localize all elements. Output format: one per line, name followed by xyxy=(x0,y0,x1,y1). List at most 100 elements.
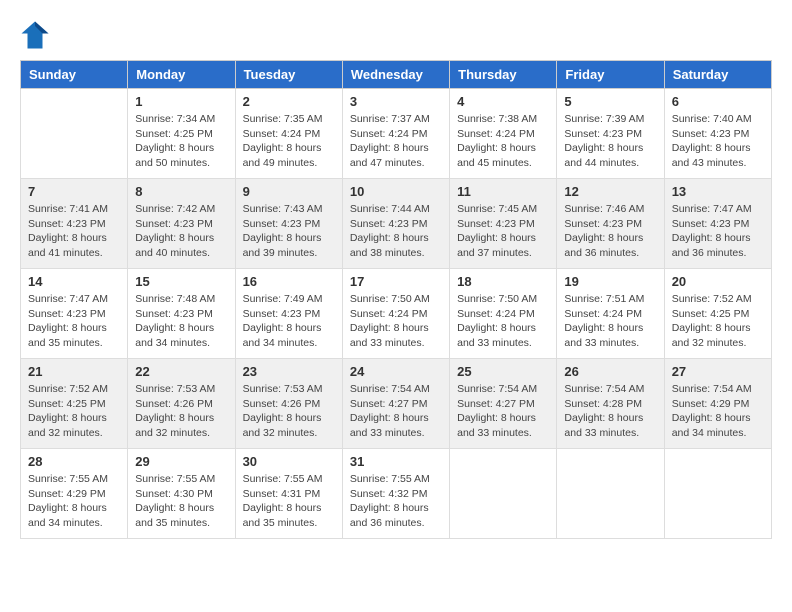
day-number: 2 xyxy=(243,94,335,109)
day-number: 15 xyxy=(135,274,227,289)
weekday-header-tuesday: Tuesday xyxy=(235,61,342,89)
day-cell: 12 Sunrise: 7:46 AMSunset: 4:23 PMDayligh… xyxy=(557,179,664,269)
day-cell: 24 Sunrise: 7:54 AMSunset: 4:27 PMDayligh… xyxy=(342,359,449,449)
day-info: Sunrise: 7:55 AMSunset: 4:32 PMDaylight:… xyxy=(350,472,442,531)
day-cell: 27 Sunrise: 7:54 AMSunset: 4:29 PMDayligh… xyxy=(664,359,771,449)
weekday-header-friday: Friday xyxy=(557,61,664,89)
day-info: Sunrise: 7:46 AMSunset: 4:23 PMDaylight:… xyxy=(564,202,656,261)
day-cell: 15 Sunrise: 7:48 AMSunset: 4:23 PMDayligh… xyxy=(128,269,235,359)
day-number: 27 xyxy=(672,364,764,379)
day-info: Sunrise: 7:55 AMSunset: 4:29 PMDaylight:… xyxy=(28,472,120,531)
day-cell: 5 Sunrise: 7:39 AMSunset: 4:23 PMDaylight… xyxy=(557,89,664,179)
day-number: 30 xyxy=(243,454,335,469)
day-info: Sunrise: 7:54 AMSunset: 4:28 PMDaylight:… xyxy=(564,382,656,441)
day-number: 23 xyxy=(243,364,335,379)
day-number: 6 xyxy=(672,94,764,109)
day-info: Sunrise: 7:38 AMSunset: 4:24 PMDaylight:… xyxy=(457,112,549,171)
day-cell: 20Sunrise: 7:52 AMSunset: 4:25 PMDayligh… xyxy=(664,269,771,359)
day-info: Sunrise: 7:54 AMSunset: 4:27 PMDaylight:… xyxy=(350,382,442,441)
day-number: 3 xyxy=(350,94,442,109)
day-cell xyxy=(21,89,128,179)
day-cell: 11 Sunrise: 7:45 AMSunset: 4:23 PMDayligh… xyxy=(450,179,557,269)
day-info: Sunrise: 7:54 AMSunset: 4:27 PMDaylight:… xyxy=(457,382,549,441)
day-number: 10 xyxy=(350,184,442,199)
weekday-header-wednesday: Wednesday xyxy=(342,61,449,89)
logo-icon xyxy=(20,20,50,50)
day-cell: 28 Sunrise: 7:55 AMSunset: 4:29 PMDayligh… xyxy=(21,449,128,539)
day-info: Sunrise: 7:43 AMSunset: 4:23 PMDaylight:… xyxy=(243,202,335,261)
day-info: Sunrise: 7:41 AMSunset: 4:23 PMDaylight:… xyxy=(28,202,120,261)
week-row-4: 21 Sunrise: 7:52 AMSunset: 4:25 PMDayligh… xyxy=(21,359,772,449)
day-cell: 7 Sunrise: 7:41 AMSunset: 4:23 PMDaylight… xyxy=(21,179,128,269)
day-cell: 6 Sunrise: 7:40 AMSunset: 4:23 PMDaylight… xyxy=(664,89,771,179)
day-info: Sunrise: 7:52 AMSunset: 4:25 PMDaylight:… xyxy=(28,382,120,441)
day-info: Sunrise: 7:55 AMSunset: 4:30 PMDaylight:… xyxy=(135,472,227,531)
day-cell xyxy=(450,449,557,539)
day-number: 11 xyxy=(457,184,549,199)
day-info: Sunrise: 7:42 AMSunset: 4:23 PMDaylight:… xyxy=(135,202,227,261)
week-row-1: 1 Sunrise: 7:34 AMSunset: 4:25 PMDaylight… xyxy=(21,89,772,179)
day-number: 20 xyxy=(672,274,764,289)
header xyxy=(20,20,772,50)
day-number: 12 xyxy=(564,184,656,199)
day-number: 29 xyxy=(135,454,227,469)
day-info: Sunrise: 7:49 AMSunset: 4:23 PMDaylight:… xyxy=(243,292,335,351)
weekday-header-sunday: Sunday xyxy=(21,61,128,89)
day-cell: 10Sunrise: 7:44 AMSunset: 4:23 PMDayligh… xyxy=(342,179,449,269)
weekday-header-row: SundayMondayTuesdayWednesdayThursdayFrid… xyxy=(21,61,772,89)
day-number: 13 xyxy=(672,184,764,199)
day-number: 25 xyxy=(457,364,549,379)
weekday-header-thursday: Thursday xyxy=(450,61,557,89)
day-number: 5 xyxy=(564,94,656,109)
day-cell: 14Sunrise: 7:47 AMSunset: 4:23 PMDayligh… xyxy=(21,269,128,359)
week-row-5: 28 Sunrise: 7:55 AMSunset: 4:29 PMDayligh… xyxy=(21,449,772,539)
day-info: Sunrise: 7:50 AMSunset: 4:24 PMDaylight:… xyxy=(350,292,442,351)
day-info: Sunrise: 7:34 AMSunset: 4:25 PMDaylight:… xyxy=(135,112,227,171)
day-info: Sunrise: 7:45 AMSunset: 4:23 PMDaylight:… xyxy=(457,202,549,261)
day-cell: 30 Sunrise: 7:55 AMSunset: 4:31 PMDayligh… xyxy=(235,449,342,539)
week-row-2: 7 Sunrise: 7:41 AMSunset: 4:23 PMDaylight… xyxy=(21,179,772,269)
day-number: 26 xyxy=(564,364,656,379)
day-cell: 18 Sunrise: 7:50 AMSunset: 4:24 PMDayligh… xyxy=(450,269,557,359)
day-info: Sunrise: 7:48 AMSunset: 4:23 PMDaylight:… xyxy=(135,292,227,351)
day-info: Sunrise: 7:39 AMSunset: 4:23 PMDaylight:… xyxy=(564,112,656,171)
weekday-header-monday: Monday xyxy=(128,61,235,89)
day-cell xyxy=(557,449,664,539)
day-cell: 4 Sunrise: 7:38 AMSunset: 4:24 PMDaylight… xyxy=(450,89,557,179)
day-number: 14 xyxy=(28,274,120,289)
day-info: Sunrise: 7:35 AMSunset: 4:24 PMDaylight:… xyxy=(243,112,335,171)
day-info: Sunrise: 7:51 AMSunset: 4:24 PMDaylight:… xyxy=(564,292,656,351)
day-info: Sunrise: 7:54 AMSunset: 4:29 PMDaylight:… xyxy=(672,382,764,441)
day-info: Sunrise: 7:40 AMSunset: 4:23 PMDaylight:… xyxy=(672,112,764,171)
day-cell: 19 Sunrise: 7:51 AMSunset: 4:24 PMDayligh… xyxy=(557,269,664,359)
day-number: 18 xyxy=(457,274,549,289)
day-number: 28 xyxy=(28,454,120,469)
day-info: Sunrise: 7:37 AMSunset: 4:24 PMDaylight:… xyxy=(350,112,442,171)
day-info: Sunrise: 7:53 AMSunset: 4:26 PMDaylight:… xyxy=(243,382,335,441)
day-cell xyxy=(664,449,771,539)
day-cell: 2 Sunrise: 7:35 AMSunset: 4:24 PMDaylight… xyxy=(235,89,342,179)
day-number: 1 xyxy=(135,94,227,109)
day-cell: 31 Sunrise: 7:55 AMSunset: 4:32 PMDayligh… xyxy=(342,449,449,539)
day-info: Sunrise: 7:47 AMSunset: 4:23 PMDaylight:… xyxy=(672,202,764,261)
day-number: 31 xyxy=(350,454,442,469)
day-number: 21 xyxy=(28,364,120,379)
day-number: 4 xyxy=(457,94,549,109)
day-number: 17 xyxy=(350,274,442,289)
day-cell: 1 Sunrise: 7:34 AMSunset: 4:25 PMDaylight… xyxy=(128,89,235,179)
calendar: SundayMondayTuesdayWednesdayThursdayFrid… xyxy=(20,60,772,539)
day-info: Sunrise: 7:55 AMSunset: 4:31 PMDaylight:… xyxy=(243,472,335,531)
weekday-header-saturday: Saturday xyxy=(664,61,771,89)
day-number: 7 xyxy=(28,184,120,199)
day-number: 24 xyxy=(350,364,442,379)
day-cell: 29 Sunrise: 7:55 AMSunset: 4:30 PMDayligh… xyxy=(128,449,235,539)
day-number: 19 xyxy=(564,274,656,289)
day-cell: 23 Sunrise: 7:53 AMSunset: 4:26 PMDayligh… xyxy=(235,359,342,449)
day-number: 16 xyxy=(243,274,335,289)
day-cell: 26 Sunrise: 7:54 AMSunset: 4:28 PMDayligh… xyxy=(557,359,664,449)
day-number: 9 xyxy=(243,184,335,199)
day-info: Sunrise: 7:50 AMSunset: 4:24 PMDaylight:… xyxy=(457,292,549,351)
day-number: 22 xyxy=(135,364,227,379)
day-cell: 21 Sunrise: 7:52 AMSunset: 4:25 PMDayligh… xyxy=(21,359,128,449)
day-cell: 9 Sunrise: 7:43 AMSunset: 4:23 PMDaylight… xyxy=(235,179,342,269)
